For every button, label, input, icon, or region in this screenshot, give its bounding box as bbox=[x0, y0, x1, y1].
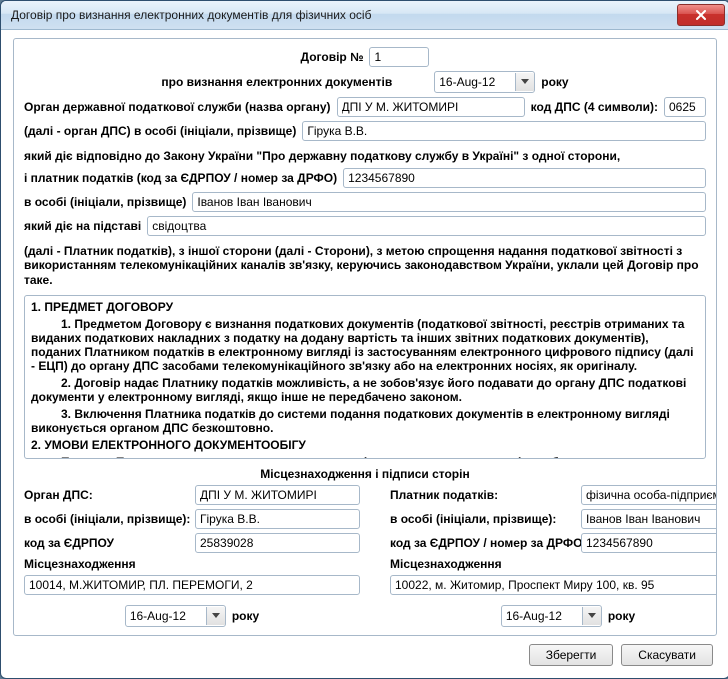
law-text: який діє відповідно до Закону України "П… bbox=[24, 149, 706, 164]
left-date-input[interactable] bbox=[126, 607, 206, 625]
form-frame: Договір № про визнання електронних докум… bbox=[13, 38, 717, 636]
basis-row: який діє на підставі bbox=[24, 216, 706, 236]
contract-sub-label: про визнання електронних документів bbox=[161, 75, 392, 89]
right-date-picker[interactable] bbox=[501, 605, 602, 627]
close-icon bbox=[695, 10, 707, 20]
right-person-label: в особі (ініціали, прізвище): bbox=[390, 512, 575, 526]
year-label: року bbox=[541, 75, 568, 89]
left-addr-input[interactable] bbox=[24, 575, 360, 595]
cancel-button[interactable]: Скасувати bbox=[621, 644, 713, 666]
calendar-dropdown-button[interactable] bbox=[515, 73, 534, 91]
left-organ-input[interactable] bbox=[195, 485, 360, 505]
chevron-down-icon bbox=[521, 79, 529, 85]
header-date-picker[interactable] bbox=[434, 71, 535, 93]
preamble-text: (далі - Платник податків), з іншої сторо… bbox=[24, 244, 706, 287]
dps-code-input[interactable] bbox=[664, 97, 706, 117]
titlebar: Договір про визнання електронних докумен… bbox=[1, 1, 728, 30]
organ-row: Орган державної податкової служби (назва… bbox=[24, 97, 706, 117]
calendar-dropdown-button[interactable] bbox=[582, 607, 601, 625]
terms-p3: 3. Включення Платника податків до систем… bbox=[31, 407, 699, 435]
payer-person-row: в особі (ініціали, прізвище) bbox=[24, 192, 706, 212]
signature-left: Орган ДПС: в особі (ініціали, прізвище):… bbox=[24, 485, 360, 627]
terms-p2: 2. Договір надає Платнику податків можли… bbox=[31, 376, 699, 404]
left-person-label: в особі (ініціали, прізвище): bbox=[24, 512, 189, 526]
left-code-input[interactable] bbox=[195, 533, 360, 553]
terms-p4: Подання Платником податку податкових док… bbox=[31, 455, 699, 459]
payer-person-input[interactable] bbox=[192, 192, 706, 212]
payer-code-row: і платник податків (код за ЄДРПОУ / номе… bbox=[24, 168, 706, 188]
right-addr-input[interactable] bbox=[390, 575, 717, 595]
window-title: Договір про визнання електронних докумен… bbox=[11, 8, 677, 22]
close-button[interactable] bbox=[677, 4, 725, 26]
basis-label: який діє на підставі bbox=[24, 219, 141, 233]
dps-person-input[interactable] bbox=[302, 121, 706, 141]
payer-code-input[interactable] bbox=[343, 168, 706, 188]
right-date-input[interactable] bbox=[502, 607, 582, 625]
right-code-label: код за ЄДРПОУ / номер за ДРФО bbox=[390, 536, 575, 550]
terms-p1: 1. Предметом Договору є визнання податко… bbox=[31, 317, 699, 373]
contract-number-input[interactable] bbox=[369, 47, 429, 67]
save-button[interactable]: Зберегти bbox=[529, 644, 614, 666]
dps-code-label: код ДПС (4 символи): bbox=[531, 100, 658, 114]
header-row-1: Договір № bbox=[24, 47, 706, 67]
dialog-buttons: Зберегти Скасувати bbox=[13, 636, 717, 668]
left-organ-label: Орган ДПС: bbox=[24, 488, 189, 502]
left-addr-label: Місцезнаходження bbox=[24, 557, 136, 571]
organ-input[interactable] bbox=[337, 97, 525, 117]
chevron-down-icon bbox=[212, 613, 220, 619]
terms-scroll[interactable]: 1. ПРЕДМЕТ ДОГОВОРУ 1. Предметом Договор… bbox=[24, 295, 706, 459]
window: Договір про визнання електронних докумен… bbox=[0, 0, 728, 679]
signatures-title: Місцезнаходження і підписи сторін bbox=[24, 467, 706, 481]
right-code-input[interactable] bbox=[581, 533, 717, 553]
payer-code-label: і платник податків (код за ЄДРПОУ / номе… bbox=[24, 171, 337, 185]
left-person-input[interactable] bbox=[195, 509, 360, 529]
left-code-label: код за ЄДРПОУ bbox=[24, 536, 189, 550]
dps-person-row: (далі - орган ДПС) в особі (ініціали, пр… bbox=[24, 121, 706, 141]
payer-person-label: в особі (ініціали, прізвище) bbox=[24, 195, 186, 209]
basis-input[interactable] bbox=[147, 216, 706, 236]
right-payer-label: Платник податків: bbox=[390, 488, 575, 502]
client-area: Договір № про визнання електронних докум… bbox=[1, 30, 728, 678]
right-year-label: року bbox=[608, 609, 635, 623]
signature-right: Платник податків: в особі (ініціали, прі… bbox=[390, 485, 717, 627]
terms-h1: 1. ПРЕДМЕТ ДОГОВОРУ bbox=[31, 300, 699, 314]
dps-person-label: (далі - орган ДПС) в особі (ініціали, пр… bbox=[24, 124, 296, 138]
right-payer-input[interactable] bbox=[581, 485, 717, 505]
right-addr-label: Місцезнаходження bbox=[390, 557, 502, 571]
header-row-2: про визнання електронних документів року bbox=[24, 71, 706, 93]
right-person-input[interactable] bbox=[581, 509, 717, 529]
chevron-down-icon bbox=[588, 613, 596, 619]
terms-body: 1. ПРЕДМЕТ ДОГОВОРУ 1. Предметом Договор… bbox=[31, 300, 699, 459]
header-date-input[interactable] bbox=[435, 73, 515, 91]
contract-number-label: Договір № bbox=[301, 50, 364, 64]
left-date-picker[interactable] bbox=[125, 605, 226, 627]
calendar-dropdown-button[interactable] bbox=[206, 607, 225, 625]
signatures-columns: Орган ДПС: в особі (ініціали, прізвище):… bbox=[24, 485, 706, 627]
organ-label: Орган державної податкової служби (назва… bbox=[24, 100, 331, 114]
left-year-label: року bbox=[232, 609, 259, 623]
terms-h2: 2. УМОВИ ЕЛЕКТРОННОГО ДОКУМЕНТООБІГУ bbox=[31, 438, 699, 452]
